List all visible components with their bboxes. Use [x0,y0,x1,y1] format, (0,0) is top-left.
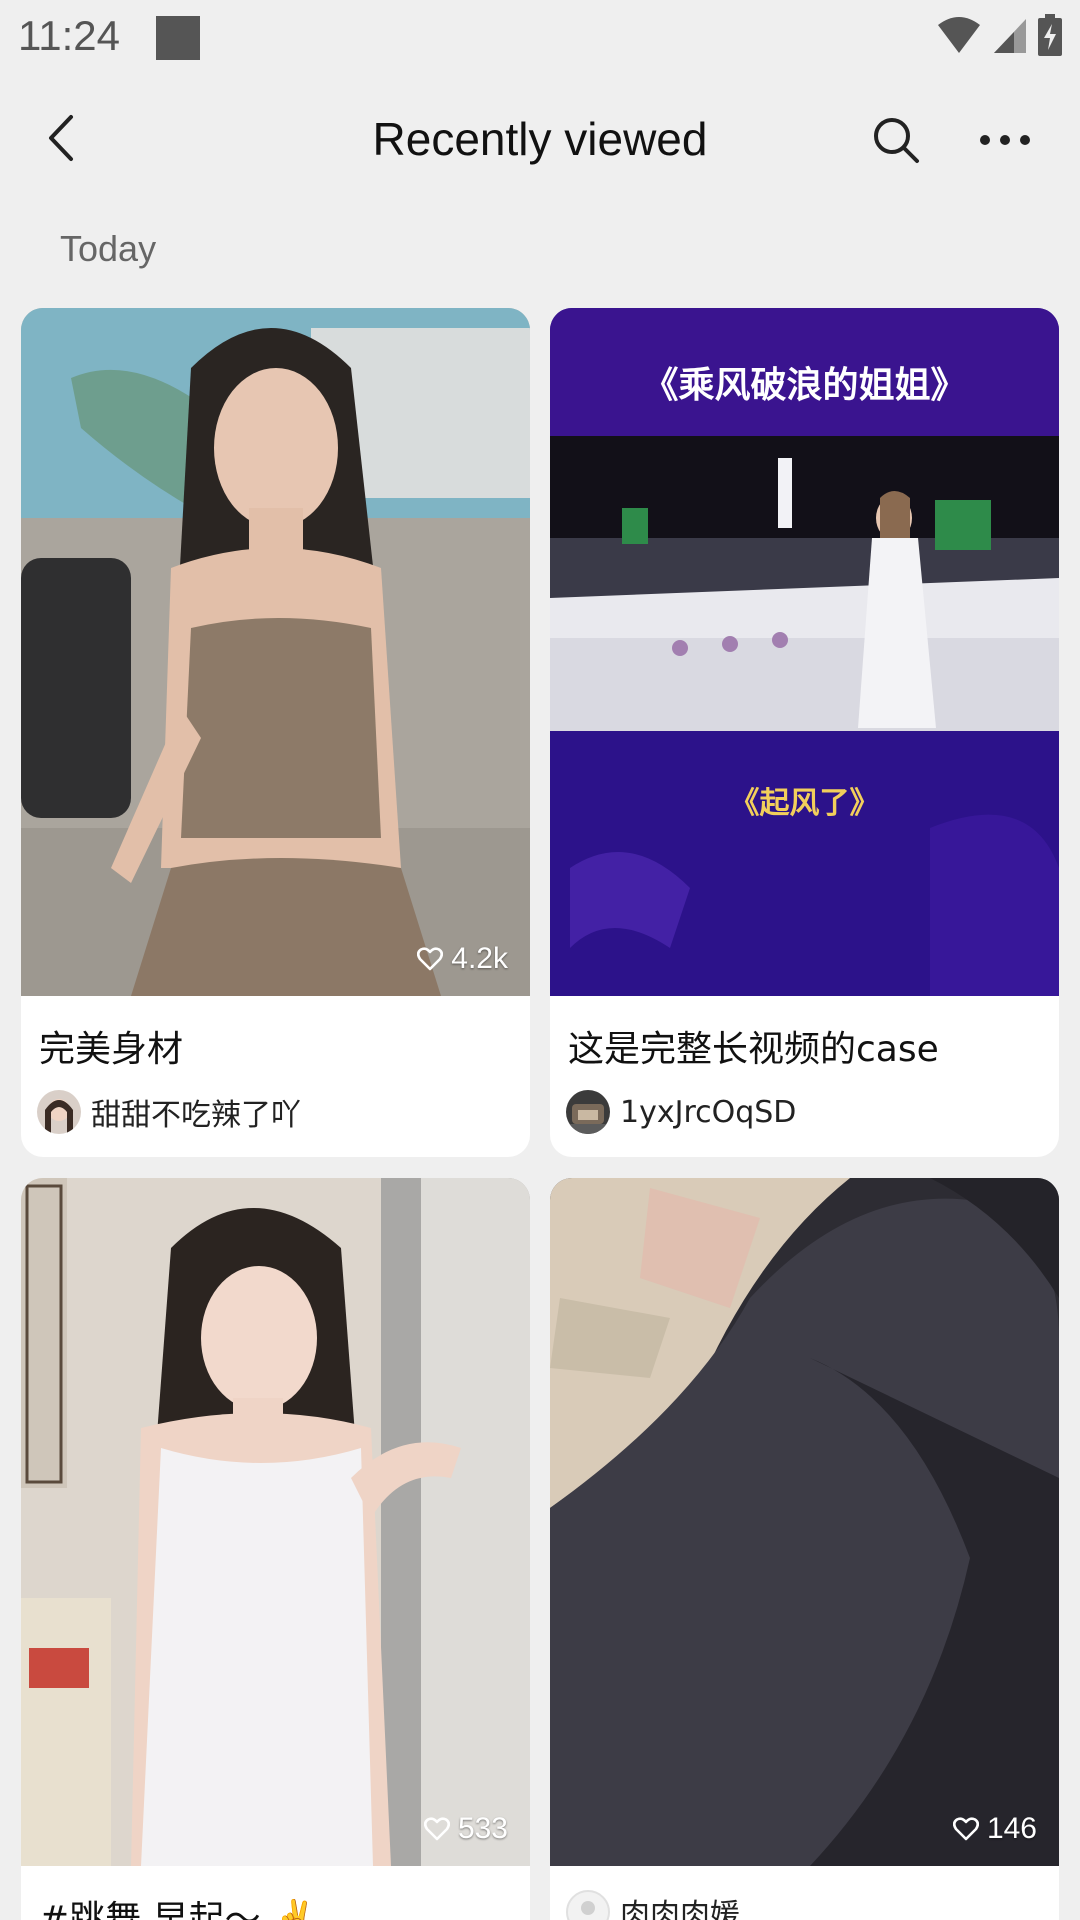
thumbnail-photo [550,1178,1059,1866]
note-card[interactable]: 4.2k 完美身材 甜甜不吃辣了吖 [21,308,530,1157]
heart-icon [417,947,444,971]
card-author[interactable]: 1yxJrcOqSD [566,1090,796,1134]
card-title: 完美身材 [39,1029,184,1070]
thumbnail-video-frame [550,308,1059,996]
note-card[interactable]: 533 #跳舞 早起～ ✌️ [21,1178,530,1920]
status-time: 11:24 [18,12,120,59]
card-thumbnail[interactable]: 533 [21,1178,530,1866]
section-label-today: Today [60,228,157,269]
avatar [566,1090,610,1134]
top-bar: Recently viewed [0,90,1080,186]
battery-charging-icon [1038,14,1062,56]
video-overlay-title: 《乘风破浪的姐姐》 [642,365,967,406]
card-author[interactable]: 甜甜不吃辣了吖 [37,1090,301,1134]
card-title: 这是完整长视频的case [568,1029,939,1070]
heart-icon [952,1817,979,1841]
card-title: #跳舞 早起～ ✌️ [39,1899,317,1920]
notification-square-icon [156,16,200,60]
like-count-text: 533 [457,1812,508,1845]
note-card[interactable]: 146 肉肉肉媛 [550,1178,1059,1920]
card-thumbnail[interactable]: 4.2k [21,308,530,996]
card-thumbnail[interactable]: 146 [550,1178,1059,1866]
like-count-text: 4.2k [451,942,508,975]
avatar [566,1890,610,1920]
more-options-button[interactable] [970,108,1040,172]
signal-icon [994,19,1026,53]
like-count: 533 [423,1812,508,1846]
card-author[interactable]: 肉肉肉媛 [566,1890,740,1920]
heart-icon [423,1817,450,1841]
avatar [37,1090,81,1134]
like-count: 4.2k [417,942,508,976]
author-name: 甜甜不吃辣了吖 [91,1098,301,1133]
search-button[interactable] [864,108,928,172]
card-thumbnail[interactable]: 《乘风破浪的姐姐》 《起风了》 [550,308,1059,996]
author-name: 肉肉肉媛 [620,1898,740,1920]
status-icons [936,14,1062,56]
more-icon [980,135,1030,145]
author-name: 1yxJrcOqSD [620,1094,797,1130]
like-count: 146 [952,1812,1037,1846]
status-bar: 11:24 [0,0,1080,74]
note-card[interactable]: 《乘风破浪的姐姐》 《起风了》 这是完整长视频的case 1yxJrcOqSD [550,308,1059,1157]
wifi-icon [938,17,980,53]
like-count-text: 146 [986,1812,1037,1845]
thumbnail-photo [21,1178,530,1866]
video-overlay-subtitle: 《起风了》 [729,786,880,821]
thumbnail-photo [21,308,530,996]
search-icon [874,118,919,163]
